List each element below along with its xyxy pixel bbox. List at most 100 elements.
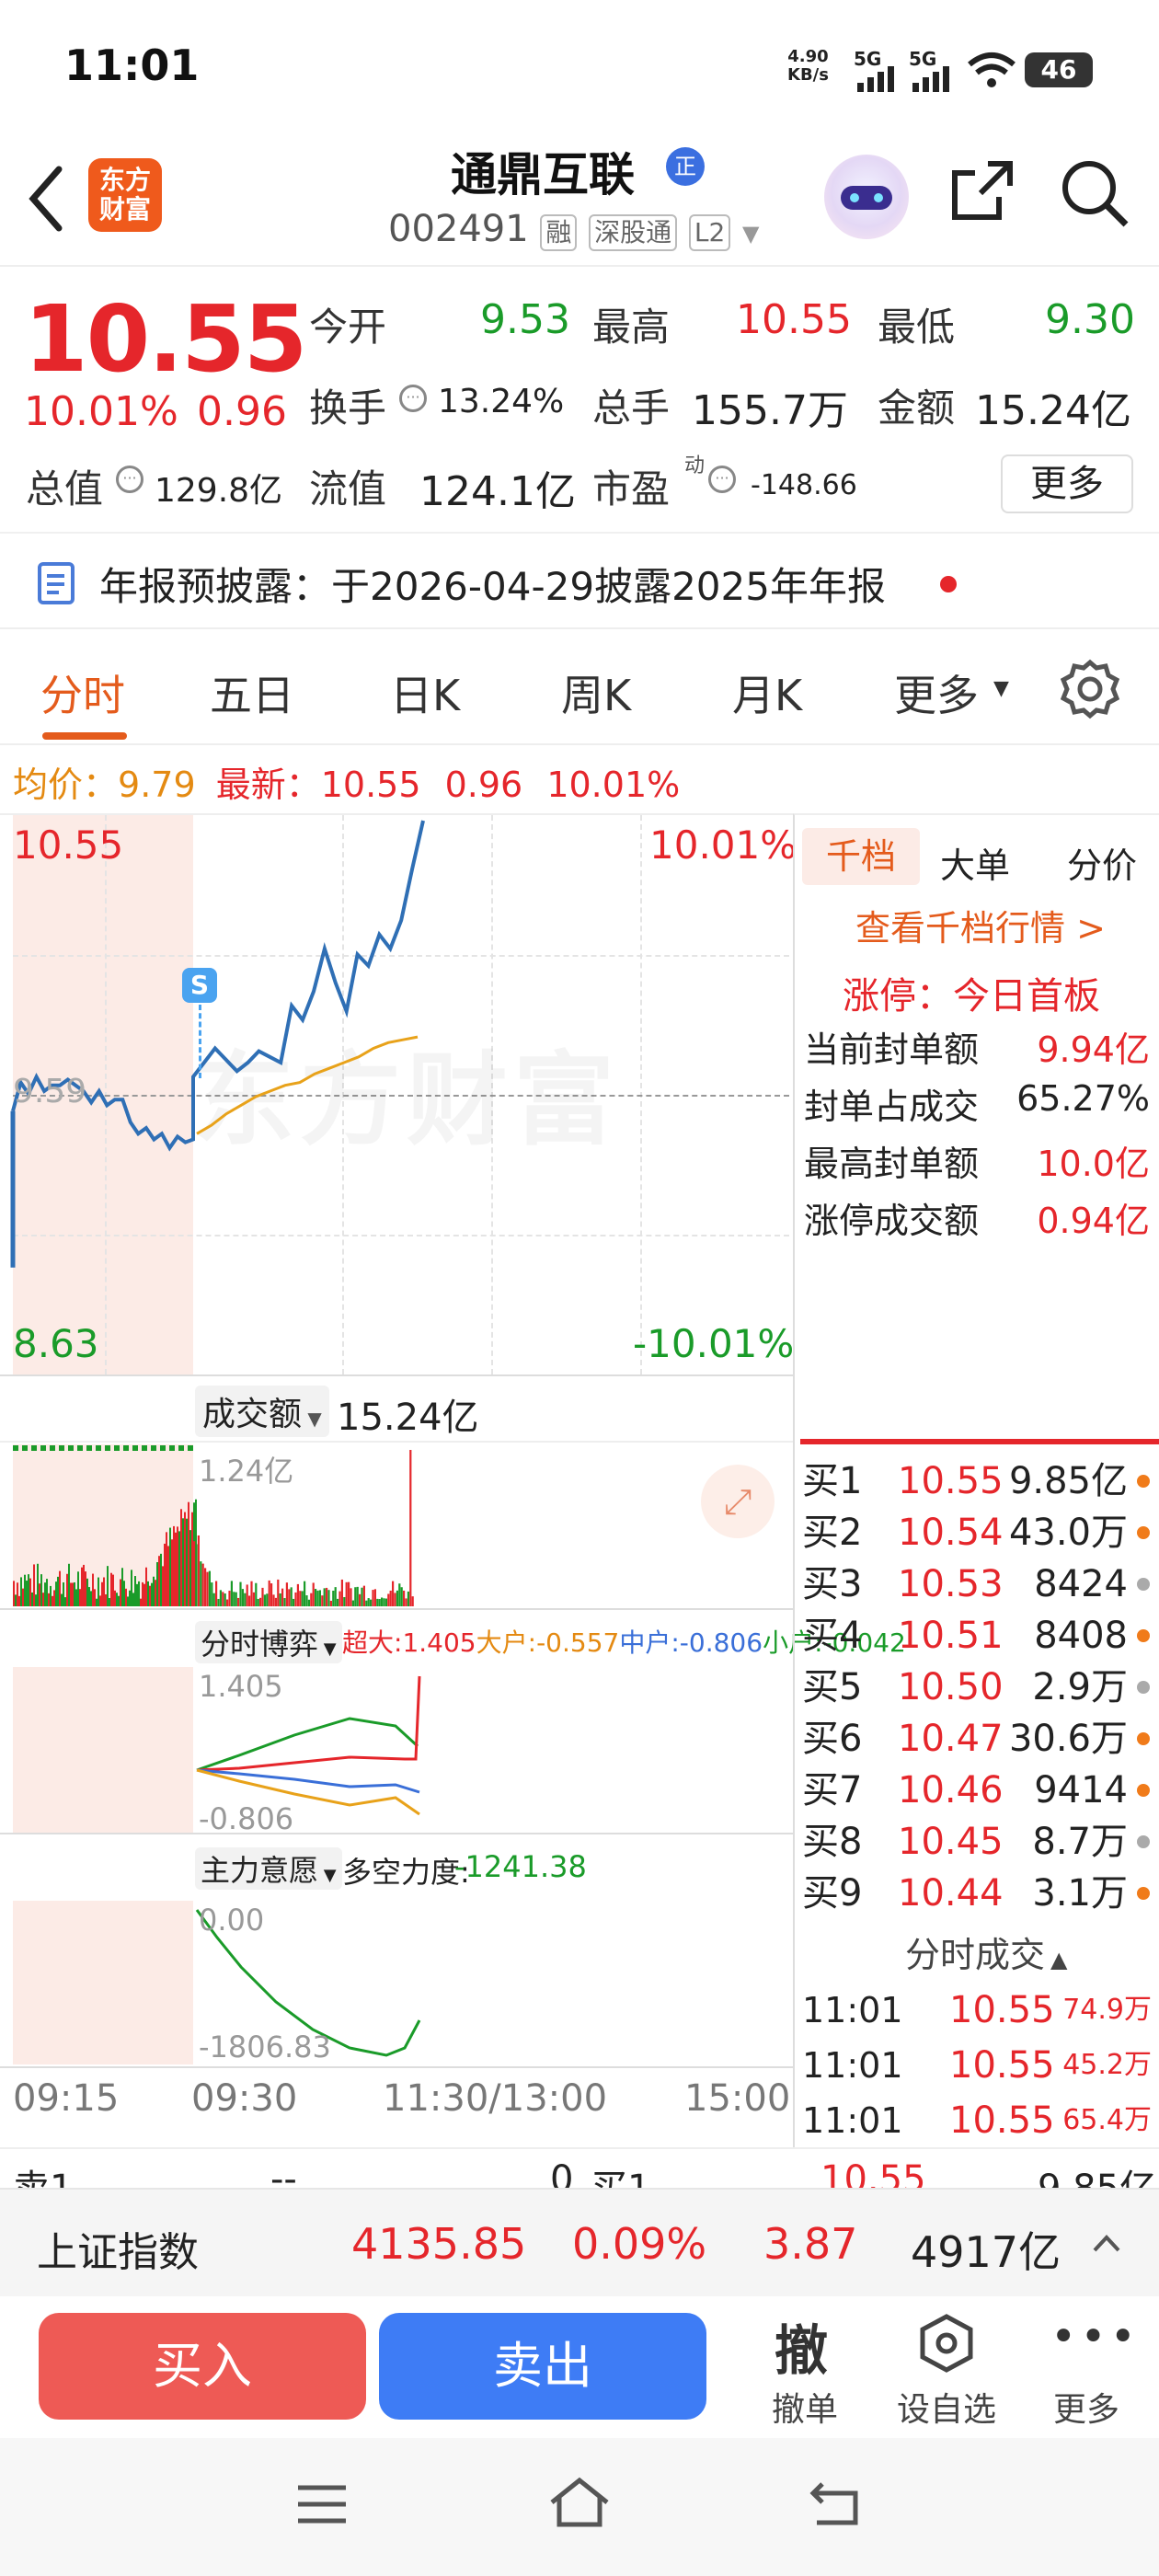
ob-tab-depth[interactable]: 千档 bbox=[802, 828, 920, 885]
tab-five-day[interactable]: 五日 bbox=[210, 662, 294, 723]
chevron-up-icon[interactable] bbox=[1091, 2232, 1122, 2254]
trade-time: 11:01 bbox=[802, 2045, 903, 2086]
app-logo[interactable]: 东方 财富 bbox=[88, 158, 162, 232]
search-icon[interactable] bbox=[1058, 156, 1131, 230]
tab-intraday[interactable]: 分时 bbox=[40, 662, 125, 723]
game-selector[interactable]: 分时博弈 ▼ bbox=[195, 1621, 342, 1663]
index-bar[interactable]: 上证指数 4135.85 0.09% 3.87 4917亿 bbox=[0, 2188, 1159, 2296]
volume-bar bbox=[337, 1598, 339, 1606]
home-icon[interactable] bbox=[548, 2475, 611, 2530]
volume-bar bbox=[33, 1564, 35, 1606]
more-button[interactable]: 更多 bbox=[1001, 454, 1133, 513]
volume-bar bbox=[257, 1598, 259, 1606]
chart-tabs: 分时 五日 日K 周K 月K 更多 ▼ bbox=[0, 631, 1159, 745]
tab-more[interactable]: 更多 bbox=[894, 662, 979, 723]
chart-area[interactable]: 东方财富 10.55 8.63 10.01% -10.01% 9.59 S 成交… bbox=[0, 813, 906, 2147]
bid-dot bbox=[1137, 1681, 1150, 1694]
volume-bar bbox=[17, 1582, 18, 1606]
bid-row[interactable]: 买8 10.45 8.7万 bbox=[797, 1816, 1159, 1868]
game-title-row: 分时博弈 ▼ 超大:1.405大户:-0.557中户:-0.806小户:-0.0… bbox=[0, 1608, 906, 1667]
bid-row[interactable]: 买6 10.47 30.6万 bbox=[797, 1713, 1159, 1765]
volume-bar bbox=[301, 1591, 304, 1606]
bid-row[interactable]: 买7 10.46 9414 bbox=[797, 1765, 1159, 1816]
volume-bar bbox=[259, 1597, 262, 1606]
sell-button[interactable]: 卖出 bbox=[379, 2313, 706, 2420]
pe-superscript: 动 bbox=[684, 454, 706, 477]
game-series-line bbox=[196, 1768, 420, 1794]
bid-row[interactable]: 买4 10.51 8408 bbox=[797, 1610, 1159, 1662]
bid-row[interactable]: 买1 10.55 9.85亿 bbox=[797, 1455, 1159, 1507]
partial-buy-label: 买1 bbox=[591, 2158, 650, 2188]
ob-tab-bigorder[interactable]: 大单 bbox=[940, 837, 1010, 888]
ob-stat-row: 涨停成交额 0.94亿 bbox=[804, 1192, 1153, 1244]
bid-price: 10.55 bbox=[898, 1460, 1004, 1502]
change-value: 0.96 bbox=[197, 388, 287, 435]
index-amount: 4917亿 bbox=[911, 2227, 1061, 2277]
bid-label: 买4 bbox=[802, 1615, 863, 1657]
gear-icon[interactable] bbox=[1060, 659, 1120, 719]
will-selector[interactable]: 主力意愿 ▼ bbox=[195, 1847, 342, 1890]
tab-monthly-k[interactable]: 月K bbox=[732, 662, 802, 723]
ob-tab-price[interactable]: 分价 bbox=[1067, 837, 1137, 888]
volume-bar bbox=[233, 1592, 235, 1606]
notice-bar[interactable]: 年报预披露：于2026-04-29披露2025年年报 bbox=[0, 532, 1159, 629]
will-y-high: 0.00 bbox=[199, 1903, 265, 1938]
volume-bar bbox=[396, 1590, 398, 1606]
float-value: 124.1亿 bbox=[419, 468, 576, 515]
volume-bar bbox=[197, 1535, 200, 1606]
volume-bar bbox=[149, 1585, 151, 1606]
volume-bar bbox=[169, 1527, 171, 1606]
volume-bar bbox=[81, 1567, 83, 1606]
will-y-low: -1806.83 bbox=[199, 2030, 331, 2064]
volume-bar bbox=[400, 1587, 403, 1606]
menu-icon[interactable] bbox=[296, 2480, 348, 2528]
cancel-order-button[interactable]: 撤 撤单 bbox=[754, 2307, 855, 2429]
volume-bar bbox=[354, 1587, 357, 1606]
ob-view-link[interactable]: 查看千档行情 > bbox=[855, 900, 1106, 950]
back-icon[interactable] bbox=[26, 164, 66, 234]
bid-row[interactable]: 买3 10.53 8424 bbox=[797, 1558, 1159, 1610]
volume-bar bbox=[83, 1564, 85, 1606]
volume-bar bbox=[13, 1581, 15, 1606]
volume-bar bbox=[283, 1598, 286, 1606]
trades-title[interactable]: 分时成交 ▲ bbox=[905, 1926, 1067, 1977]
volume-bar bbox=[177, 1526, 178, 1606]
volume-bar bbox=[77, 1571, 79, 1606]
notice-text: 年报预披露：于2026-04-29披露2025年年报 bbox=[99, 564, 886, 609]
buy-button[interactable]: 买入 bbox=[39, 2313, 366, 2420]
share-icon[interactable] bbox=[947, 156, 1017, 226]
info-icon[interactable]: ··· bbox=[399, 385, 427, 412]
more-actions-button[interactable]: ••• 更多 bbox=[1036, 2307, 1137, 2429]
volume-bar bbox=[18, 1595, 20, 1606]
volume-bar bbox=[127, 1596, 129, 1606]
stock-code-line[interactable]: 002491 融 深股通 L2 ▼ bbox=[388, 208, 760, 251]
volume-selector[interactable]: 成交额 ▼ bbox=[195, 1386, 329, 1437]
volume-bar bbox=[103, 1577, 105, 1606]
robot-avatar-icon[interactable] bbox=[824, 155, 909, 239]
will-label: 多空力度: bbox=[342, 1855, 470, 1890]
volume-bar bbox=[290, 1587, 293, 1606]
volume-bar bbox=[173, 1525, 175, 1606]
bid-row[interactable]: 买9 10.44 3.1万 bbox=[797, 1868, 1159, 1919]
volume-bar bbox=[153, 1576, 155, 1606]
bid-row[interactable]: 买2 10.54 43.0万 bbox=[797, 1507, 1159, 1558]
add-watchlist-button[interactable]: 设自选 bbox=[887, 2307, 1006, 2429]
expand-icon[interactable]: ⤢ bbox=[701, 1465, 775, 1538]
tab-weekly-k[interactable]: 周K bbox=[561, 662, 631, 723]
volume-chart bbox=[13, 1445, 414, 1606]
bid-dot bbox=[1137, 1475, 1150, 1488]
info-icon-2[interactable]: ··· bbox=[116, 466, 143, 493]
bid-dot bbox=[1137, 1835, 1150, 1848]
volume-bar bbox=[86, 1578, 88, 1606]
tab-daily-k[interactable]: 日K bbox=[390, 662, 460, 723]
high-label: 最高 bbox=[592, 305, 671, 350]
bid-dot bbox=[1137, 1784, 1150, 1797]
volume-bar bbox=[44, 1582, 46, 1606]
volume-bar bbox=[134, 1576, 136, 1606]
signal-s-icon[interactable]: S bbox=[182, 968, 217, 1003]
bid-row[interactable]: 买5 10.50 2.9万 bbox=[797, 1662, 1159, 1713]
low-value: 9.30 bbox=[1045, 296, 1135, 343]
info-icon-3[interactable]: ··· bbox=[708, 466, 736, 493]
back-nav-icon[interactable] bbox=[809, 2478, 865, 2528]
trade-price: 10.55 bbox=[949, 1989, 1055, 2031]
